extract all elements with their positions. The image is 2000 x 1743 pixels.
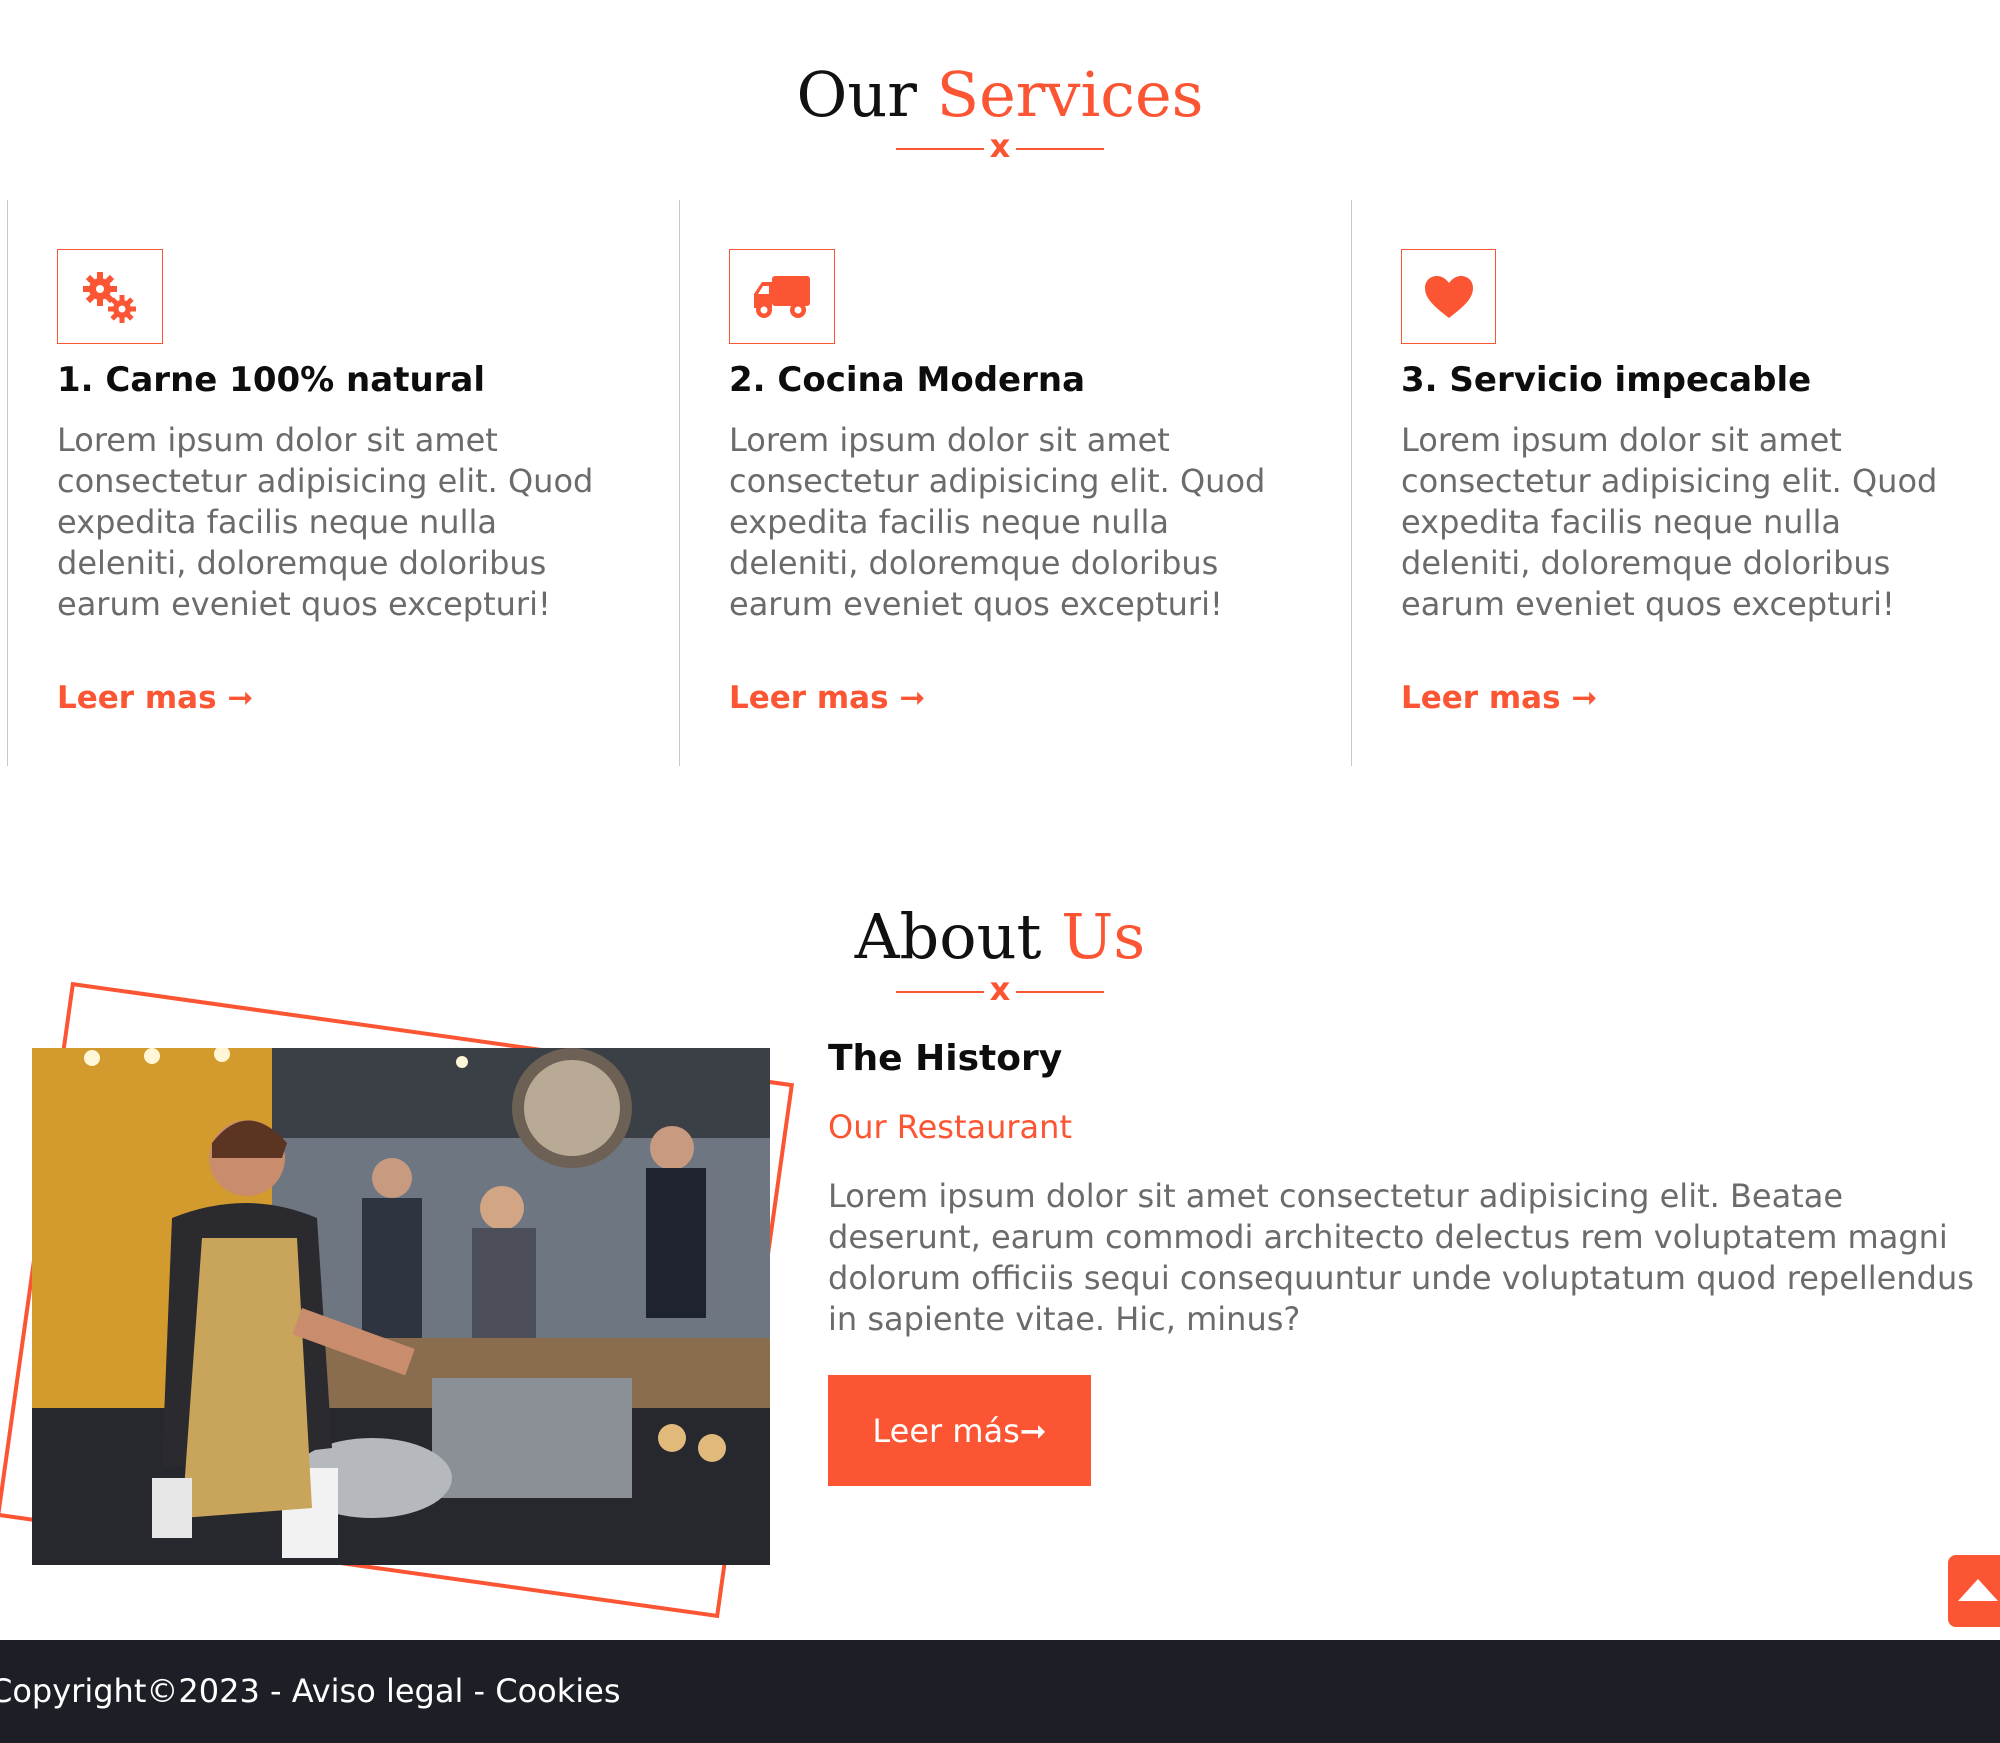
- service-text-3: Lorem ipsum dolor sit amet consectetur a…: [1401, 421, 1938, 623]
- caret-up-icon: [1958, 1579, 1998, 1601]
- service-text-1: Lorem ipsum dolor sit amet consectetur a…: [57, 421, 594, 623]
- service-card-1: 1. Carne 100% natural Lorem ipsum dolor …: [7, 200, 679, 766]
- service-card-3: 3. Servicio impecable Lorem ipsum dolor …: [1351, 200, 2000, 766]
- services-title-part1: Our: [796, 58, 917, 131]
- divider-x-mark: x: [984, 130, 1016, 162]
- footer-copyright: Copyright©2023 - Aviso legal - Cookies: [0, 1672, 621, 1710]
- gears-icon: [57, 249, 163, 344]
- service-read-more-2[interactable]: Leer mas ➞: [729, 680, 925, 716]
- services-title-divider: x: [896, 130, 1104, 164]
- service-read-more-3[interactable]: Leer mas ➞: [1401, 680, 1597, 716]
- services-title: Our Services: [0, 64, 2000, 126]
- history-text: Lorem ipsum dolor sit amet consectetur a…: [828, 1177, 1974, 1338]
- footer: Copyright©2023 - Aviso legal - Cookies: [0, 1640, 2000, 1743]
- scroll-to-top-button[interactable]: [1948, 1555, 2000, 1627]
- about-title-part1: About: [854, 900, 1042, 973]
- service-text-2: Lorem ipsum dolor sit amet consectetur a…: [729, 421, 1266, 623]
- service-title-1: 1. Carne 100% natural: [57, 360, 486, 400]
- history-subtitle: Our Restaurant: [828, 1108, 1072, 1146]
- about-title-divider: x: [896, 973, 1104, 1007]
- service-read-more-1[interactable]: Leer mas ➞: [57, 680, 253, 716]
- about-title: About Us: [0, 906, 2000, 968]
- service-title-3: 3. Servicio impecable: [1401, 360, 1812, 400]
- truck-icon: [729, 249, 835, 344]
- services-title-part2: Services: [936, 58, 1204, 131]
- service-title-2: 2. Cocina Moderna: [729, 360, 1086, 400]
- restaurant-photo: [32, 1048, 770, 1565]
- divider-x-mark: x: [984, 973, 1016, 1005]
- history-title: The History: [828, 1038, 1063, 1079]
- heart-icon: [1401, 249, 1496, 344]
- service-card-2: 2. Cocina Moderna Lorem ipsum dolor sit …: [679, 200, 1351, 766]
- about-title-part2: Us: [1061, 900, 1146, 973]
- read-more-button[interactable]: Leer más➞: [828, 1375, 1091, 1486]
